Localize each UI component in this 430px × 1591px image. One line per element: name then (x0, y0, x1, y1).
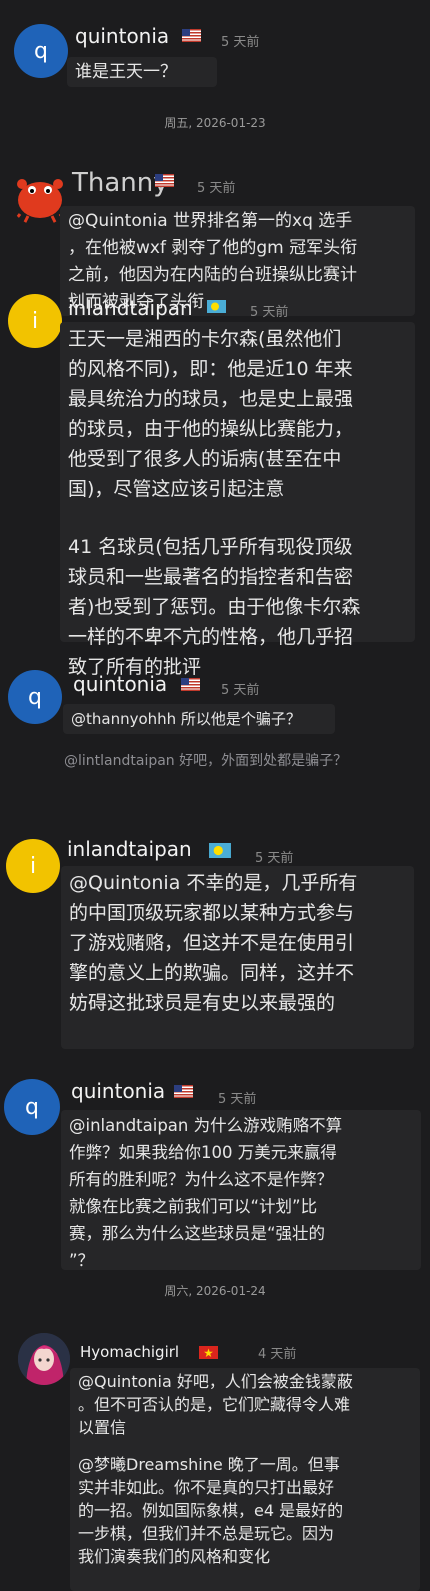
us-flag-icon (181, 678, 200, 691)
message-text: @inlandtaipan 为什么游戏贿赂不算 作弊？如果我给你100 万美元来… (61, 1110, 421, 1270)
us-flag-icon (182, 29, 201, 42)
timestamp: 5 天前 (250, 305, 289, 320)
message-text: @thannyohhh 所以他是个骗子？ (63, 704, 335, 734)
message-text: @Quintonia 好吧，人们会被金钱蒙蔽 。但不可否认的是，它们贮藏得令人难… (70, 1368, 420, 1591)
timestamp: 5 天前 (255, 851, 294, 866)
palau-flag-icon (207, 300, 226, 313)
message-4: q quintonia 5 天前 @thannyohhh 所以他是个骗子？ @l… (0, 668, 430, 778)
timestamp: 5 天前 (197, 181, 236, 196)
us-flag-icon (174, 1085, 193, 1098)
user-avatar[interactable]: i (8, 294, 62, 348)
user-avatar[interactable]: q (8, 670, 62, 724)
timestamp: 4 天前 (258, 1347, 297, 1362)
us-flag-icon (155, 174, 174, 187)
user-avatar[interactable]: i (6, 839, 60, 893)
username[interactable]: Hyomachigirl (80, 1343, 179, 1361)
message-1: q quintonia 5 天前 谁是王天一？ (0, 0, 430, 95)
timestamp: 5 天前 (221, 683, 260, 698)
date-separator: 周六, 2026-01-24 (164, 1284, 266, 1298)
message-3: i inlandtaipan 5 天前 王天一是湘西的卡尔森(虽然他们 的风格不… (0, 290, 430, 678)
timestamp: 5 天前 (221, 35, 260, 50)
message-text: @Quintonia 不幸的是，几乎所有 的中国顶级玩家都以某种方式参与 了游戏… (61, 866, 414, 1049)
quoted-reply[interactable]: @lintlandtaipan 好吧，外面到处都是骗子？ (64, 750, 347, 770)
user-avatar[interactable]: q (4, 1079, 60, 1135)
message-7: Hyomachigirl 4 天前 @Quintonia 好吧，人们会被金钱蒙蔽… (0, 1325, 430, 1591)
date-separator: 周五, 2026-01-23 (164, 116, 266, 130)
message-5: i inlandtaipan 5 天前 @Quintonia 不幸的是，几乎所有… (0, 835, 430, 1055)
message-text: 王天一是湘西的卡尔森(虽然他们 的风格不同)，即：他是近10 年来 最具统治力的… (60, 322, 415, 678)
username[interactable]: quintonia (75, 24, 169, 48)
timestamp: 5 天前 (218, 1092, 257, 1107)
message-text: 谁是王天一？ (67, 57, 217, 87)
palau-flag-icon (209, 843, 231, 858)
username[interactable]: quintonia (73, 672, 167, 696)
username[interactable]: inlandtaipan (68, 296, 193, 320)
user-avatar[interactable]: q (14, 24, 68, 78)
username[interactable]: inlandtaipan (67, 837, 192, 861)
username[interactable]: quintonia (71, 1079, 165, 1103)
vietnam-flag-icon (199, 1346, 218, 1359)
message-6: q quintonia 5 天前 @inlandtaipan 为什么游戏贿赂不算… (0, 1075, 430, 1275)
message-2: Thanny 5 天前 @Quintonia 世界排名第一的xq 选手 ，在他被… (0, 150, 430, 316)
anime-avatar-icon[interactable] (18, 1333, 70, 1385)
